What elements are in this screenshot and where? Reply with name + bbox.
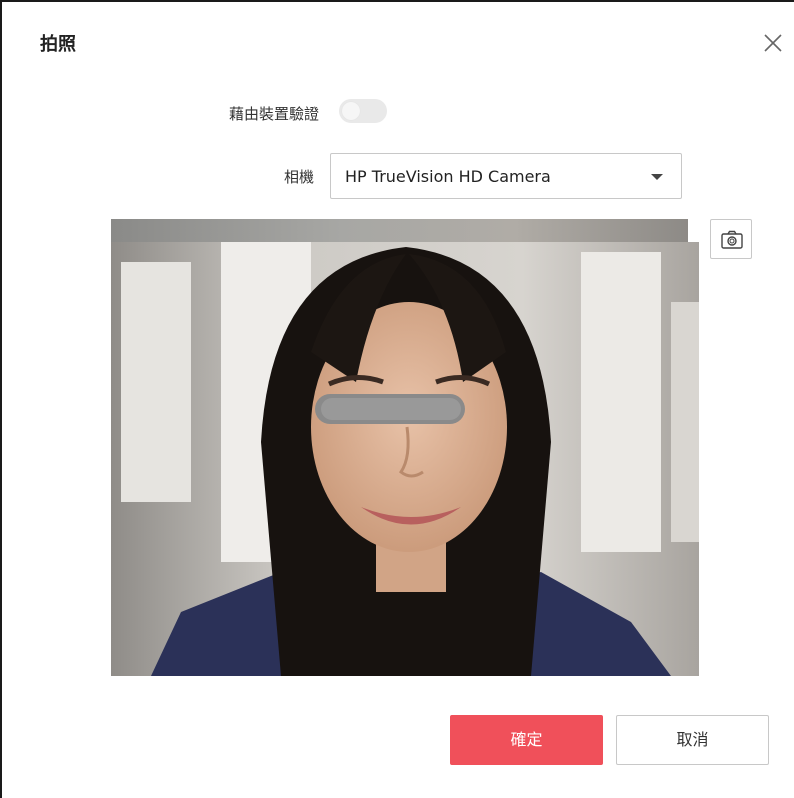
camera-select-value: HP TrueVision HD Camera	[345, 167, 551, 186]
camera-label: 相機	[283, 168, 314, 186]
chevron-down-icon	[651, 174, 663, 180]
camera-icon	[721, 230, 743, 249]
device-verify-label: 藉由裝置驗證	[228, 105, 319, 123]
close-button[interactable]	[760, 30, 786, 56]
camera-preview-image	[111, 242, 699, 676]
dialog-title: 拍照	[40, 34, 76, 55]
confirm-button[interactable]: 確定	[450, 715, 603, 765]
close-icon	[764, 34, 782, 52]
toggle-knob	[342, 102, 360, 120]
capture-photo-dialog: 拍照 藉由裝置驗證 相機 HP TrueVision HD Camera 確定 …	[0, 0, 794, 798]
snapshot-button[interactable]	[710, 219, 752, 259]
camera-select[interactable]: HP TrueVision HD Camera	[330, 153, 682, 199]
camera-preview	[111, 242, 699, 676]
cancel-button[interactable]: 取消	[616, 715, 769, 765]
camera-preview-top-strip	[111, 219, 688, 242]
device-verify-toggle[interactable]	[339, 99, 387, 123]
